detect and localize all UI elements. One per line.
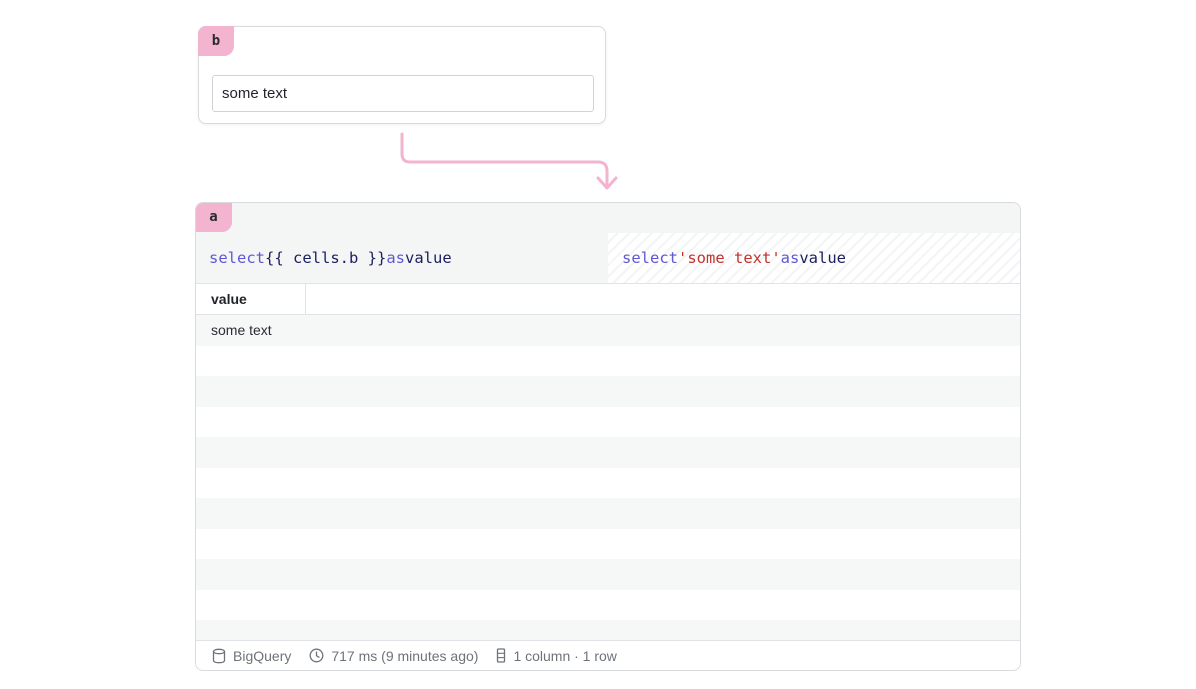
table-row — [196, 528, 1020, 559]
source-label: BigQuery — [233, 647, 292, 664]
sql-keyword-as: as — [386, 249, 405, 267]
shape-meta: 1 column · 1 row — [496, 647, 617, 664]
table-row — [196, 345, 1020, 376]
sql-keyword-select: select — [209, 249, 265, 267]
source-meta: BigQuery — [212, 648, 291, 664]
cell-a-header — [196, 203, 1020, 233]
compiled-string-literal: 'some text' — [678, 249, 781, 267]
table-column-icon — [497, 648, 506, 663]
table-header: value — [196, 284, 1020, 315]
sql-editor[interactable]: select {{ cells.b }} as value — [196, 233, 608, 284]
table-row: some text — [196, 315, 1020, 346]
database-icon — [212, 648, 226, 663]
dependency-arrow-icon — [400, 132, 618, 190]
cell-a[interactable]: a select {{ cells.b }} as value select '… — [195, 202, 1021, 671]
sql-alias: value — [405, 249, 452, 267]
column-header-value[interactable]: value — [196, 284, 306, 314]
compiled-keyword-as: as — [780, 249, 800, 267]
table-row — [196, 467, 1020, 498]
duration-meta: 717 ms (9 minutes ago) — [309, 648, 478, 664]
table-row — [196, 589, 1020, 620]
sql-template-reference: {{ cells.b }} — [265, 249, 387, 267]
results-table: value some text — [196, 284, 1020, 651]
table-row — [196, 437, 1020, 468]
cell-b-text-input[interactable] — [212, 75, 594, 112]
results-footer: BigQuery 717 ms (9 minutes ago) 1 column… — [196, 640, 1020, 670]
compiled-alias: value — [799, 249, 846, 267]
compiled-sql-preview: select 'some text' as value — [608, 233, 1020, 284]
clock-icon — [309, 648, 324, 663]
table-body: some text — [196, 315, 1020, 651]
table-row — [196, 498, 1020, 529]
table-cell-value: some text — [211, 322, 272, 339]
cell-a-tag: a — [196, 203, 232, 232]
table-row — [196, 559, 1020, 590]
table-row — [196, 406, 1020, 437]
cell-b[interactable]: b — [198, 26, 606, 124]
duration-label: 717 ms (9 minutes ago) — [331, 647, 479, 664]
cell-b-tag: b — [198, 26, 234, 56]
compiled-keyword-select: select — [622, 249, 678, 267]
table-row — [196, 376, 1020, 407]
shape-label: 1 column · 1 row — [513, 647, 617, 664]
